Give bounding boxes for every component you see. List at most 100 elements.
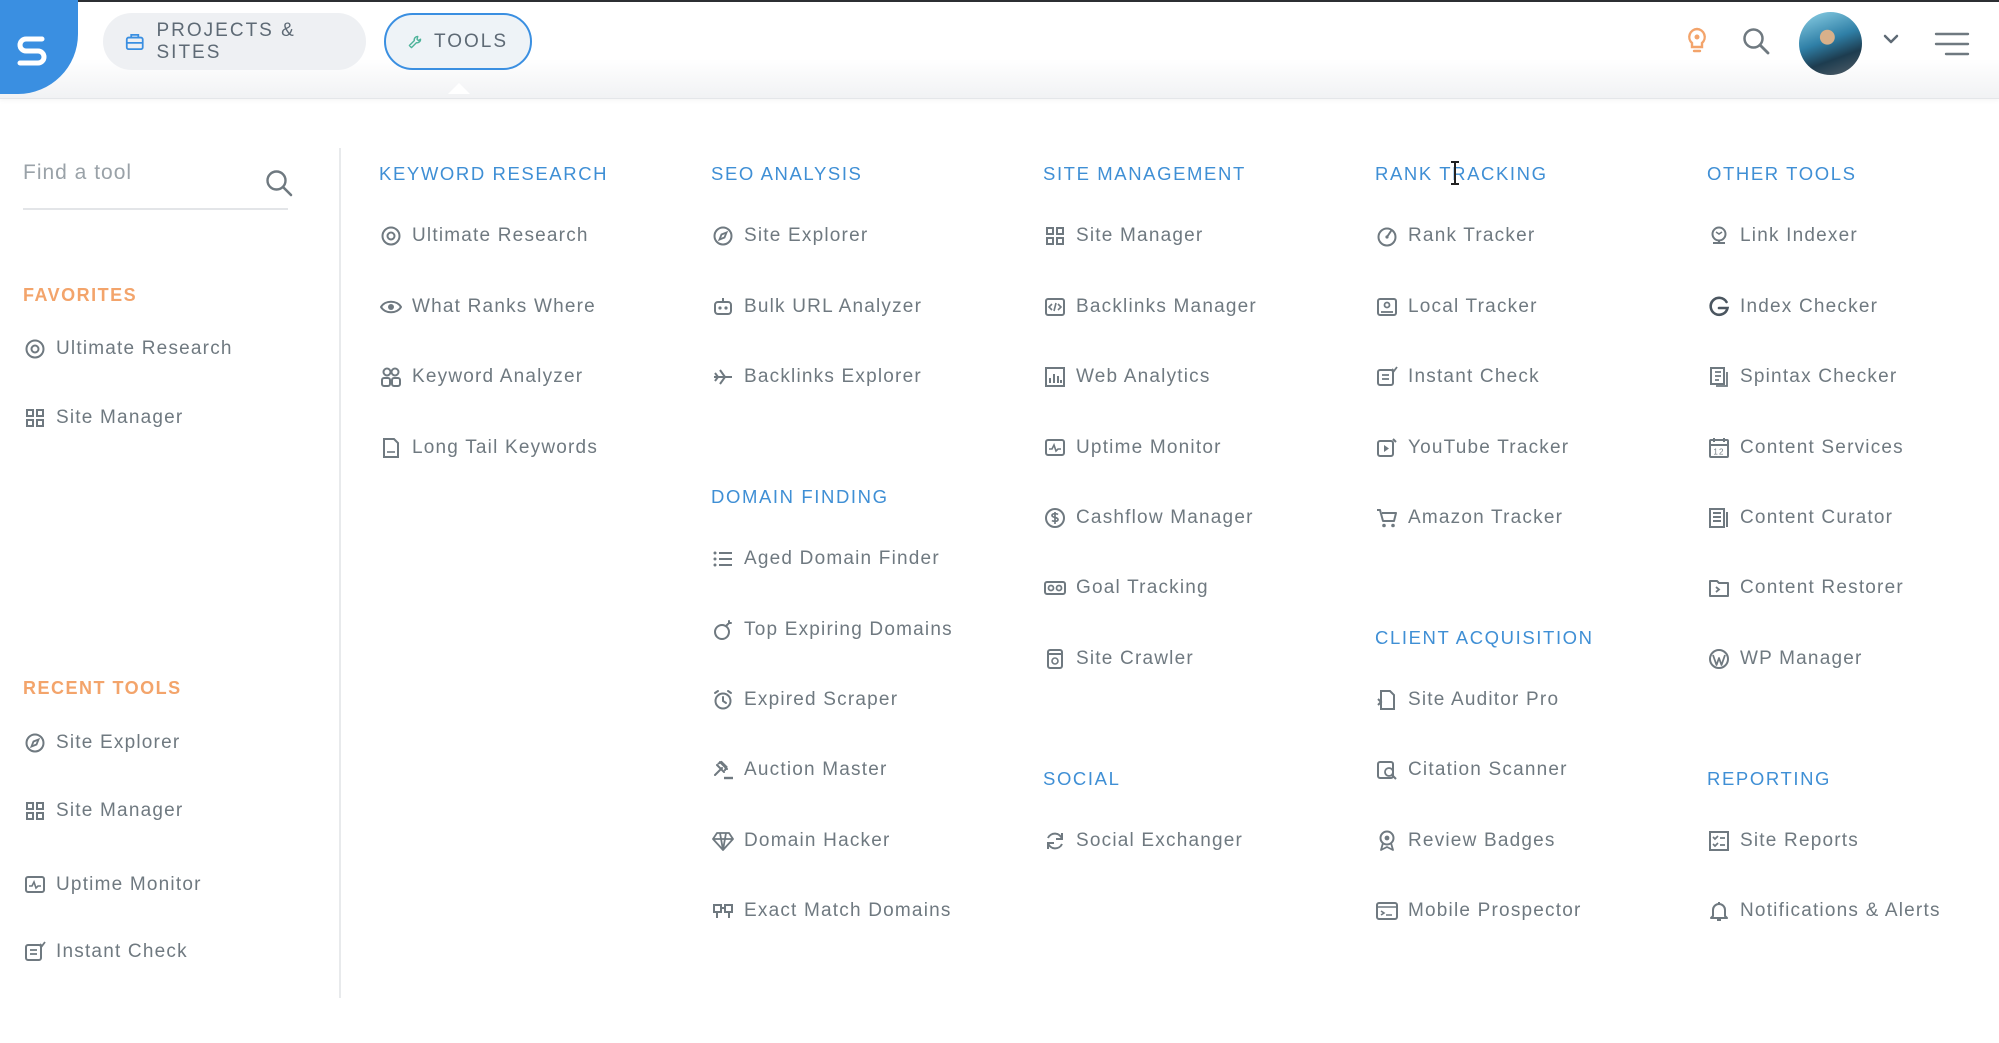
tool-content-curator[interactable]: Content Curator <box>1707 506 1893 530</box>
speedometer-icon <box>1375 224 1399 248</box>
alarm-clock-icon <box>711 688 735 712</box>
tool-label: YouTube Tracker <box>1408 437 1570 458</box>
tool-auction-master[interactable]: Auction Master <box>711 758 888 782</box>
search-icon[interactable] <box>264 168 294 203</box>
compass-icon <box>711 224 735 248</box>
favorite-item-site-manager[interactable]: Site Manager <box>23 406 183 430</box>
tool-site-reports[interactable]: Site Reports <box>1707 829 1859 853</box>
tool-local-tracker[interactable]: Local Tracker <box>1375 295 1538 319</box>
tool-citation-scanner[interactable]: Citation Scanner <box>1375 758 1568 782</box>
tool-web-analytics[interactable]: Web Analytics <box>1043 365 1211 389</box>
recent-item-instant-check[interactable]: Instant Check <box>23 940 188 964</box>
recent-item-label: Instant Check <box>56 941 188 962</box>
tool-what-ranks-where[interactable]: What Ranks Where <box>379 295 596 319</box>
shopping-cart-icon <box>1375 506 1399 530</box>
tool-site-crawler[interactable]: Site Crawler <box>1043 647 1194 671</box>
social-heading: SOCIAL <box>1043 768 1121 789</box>
recent-item-label: Site Explorer <box>56 732 181 753</box>
tool-label: Link Indexer <box>1740 225 1858 246</box>
tool-top-expiring-domains[interactable]: Top Expiring Domains <box>711 618 953 642</box>
checklist-icon <box>1375 365 1399 389</box>
search-icon[interactable] <box>1741 26 1771 61</box>
tool-exact-match-domains[interactable]: Exact Match Domains <box>711 899 952 923</box>
user-avatar[interactable] <box>1799 12 1862 75</box>
eye-icon <box>379 295 403 319</box>
map-pin-icon <box>1375 295 1399 319</box>
tool-youtube-tracker[interactable]: YouTube Tracker <box>1375 436 1569 460</box>
tool-label: Content Curator <box>1740 507 1894 528</box>
binoculars-icon <box>711 899 735 923</box>
tool-site-manager[interactable]: Site Manager <box>1043 224 1203 248</box>
recent-item-site-manager[interactable]: Site Manager <box>23 799 183 823</box>
app-logo[interactable] <box>0 0 78 94</box>
tool-cashflow-manager[interactable]: Cashflow Manager <box>1043 506 1254 530</box>
tool-uptime-monitor[interactable]: Uptime Monitor <box>1043 436 1222 460</box>
lightbulb-icon[interactable] <box>1685 26 1709 61</box>
domain-finding-heading: DOMAIN FINDING <box>711 486 889 507</box>
tool-label: Auction Master <box>744 759 888 780</box>
tool-site-explorer[interactable]: Site Explorer <box>711 224 868 248</box>
tools-tab[interactable]: TOOLS <box>384 13 532 94</box>
panel-divider <box>339 148 341 998</box>
page-audit-icon <box>1375 688 1399 712</box>
favorite-item-ultimate-research[interactable]: Ultimate Research <box>23 337 233 361</box>
tool-review-badges[interactable]: Review Badges <box>1375 829 1556 853</box>
tool-label: Backlinks Manager <box>1076 296 1257 317</box>
tool-label: Amazon Tracker <box>1408 507 1564 528</box>
tool-label: Instant Check <box>1408 366 1540 387</box>
reporting-heading: REPORTING <box>1707 768 1832 789</box>
tool-goal-tracking[interactable]: Goal Tracking <box>1043 576 1209 600</box>
briefcase-icon <box>125 33 144 50</box>
tool-label: Mobile Prospector <box>1408 900 1582 921</box>
recent-tools-heading: RECENT TOOLS <box>23 678 182 698</box>
tool-domain-hacker[interactable]: Domain Hacker <box>711 829 891 853</box>
folder-icon <box>1707 576 1731 600</box>
hamburger-menu-icon[interactable] <box>1934 30 1970 63</box>
tool-label: Goal Tracking <box>1076 577 1209 598</box>
tool-label: Uptime Monitor <box>1076 437 1222 458</box>
find-a-tool-input[interactable] <box>23 150 288 210</box>
tool-backlinks-explorer[interactable]: Backlinks Explorer <box>711 365 922 389</box>
tool-content-services[interactable]: 12 Content Services <box>1707 436 1904 460</box>
tool-label: Exact Match Domains <box>744 900 952 921</box>
dollar-coin-icon <box>1043 506 1067 530</box>
tool-keyword-analyzer[interactable]: Keyword Analyzer <box>379 365 583 389</box>
tool-aged-domain-finder[interactable]: Aged Domain Finder <box>711 547 940 571</box>
tool-instant-check[interactable]: Instant Check <box>1375 365 1540 389</box>
tool-label: Spintax Checker <box>1740 366 1898 387</box>
tool-link-indexer[interactable]: Link Indexer <box>1707 224 1858 248</box>
tool-label: Site Auditor Pro <box>1408 689 1560 710</box>
tool-notifications-and-alerts[interactable]: Notifications & Alerts <box>1707 899 1941 923</box>
recent-item-site-explorer[interactable]: Site Explorer <box>23 731 180 755</box>
recent-item-uptime-monitor[interactable]: Uptime Monitor <box>23 873 202 897</box>
favorites-heading: FAVORITES <box>23 285 138 305</box>
target-icon <box>23 337 47 361</box>
tool-wp-manager[interactable]: WP Manager <box>1707 647 1863 671</box>
tool-ultimate-research[interactable]: Ultimate Research <box>379 224 589 248</box>
tool-label: Content Services <box>1740 437 1904 458</box>
tool-site-auditor-pro[interactable]: Site Auditor Pro <box>1375 688 1559 712</box>
tool-expired-scraper[interactable]: Expired Scraper <box>711 688 898 712</box>
robot-icon <box>711 295 735 319</box>
dropdown-caret <box>448 83 470 94</box>
tool-content-restorer[interactable]: Content Restorer <box>1707 576 1904 600</box>
tool-rank-tracker[interactable]: Rank Tracker <box>1375 224 1535 248</box>
tool-spintax-checker[interactable]: Spintax Checker <box>1707 365 1897 389</box>
tool-social-exchanger[interactable]: Social Exchanger <box>1043 829 1243 853</box>
tool-long-tail-keywords[interactable]: Long Tail Keywords <box>379 436 598 460</box>
chevron-down-icon[interactable] <box>1882 32 1900 51</box>
projects-and-sites-tab[interactable]: PROJECTS & SITES <box>103 13 366 70</box>
tool-bulk-url-analyzer[interactable]: Bulk URL Analyzer <box>711 295 922 319</box>
tool-backlinks-manager[interactable]: Backlinks Manager <box>1043 295 1257 319</box>
keyword-research-heading: KEYWORD RESEARCH <box>379 163 609 184</box>
grid-icon <box>23 799 47 823</box>
refresh-icon <box>1043 829 1067 853</box>
favorite-item-label: Site Manager <box>56 407 184 428</box>
tool-label: Bulk URL Analyzer <box>744 296 923 317</box>
tool-label: Local Tracker <box>1408 296 1538 317</box>
tool-index-checker[interactable]: Index Checker <box>1707 295 1878 319</box>
rank-tracking-heading: RANK TRACKING <box>1375 163 1548 184</box>
seo-analysis-heading: SEO ANALYSIS <box>711 163 863 184</box>
tool-amazon-tracker[interactable]: Amazon Tracker <box>1375 506 1563 530</box>
tool-mobile-prospector[interactable]: Mobile Prospector <box>1375 899 1582 923</box>
